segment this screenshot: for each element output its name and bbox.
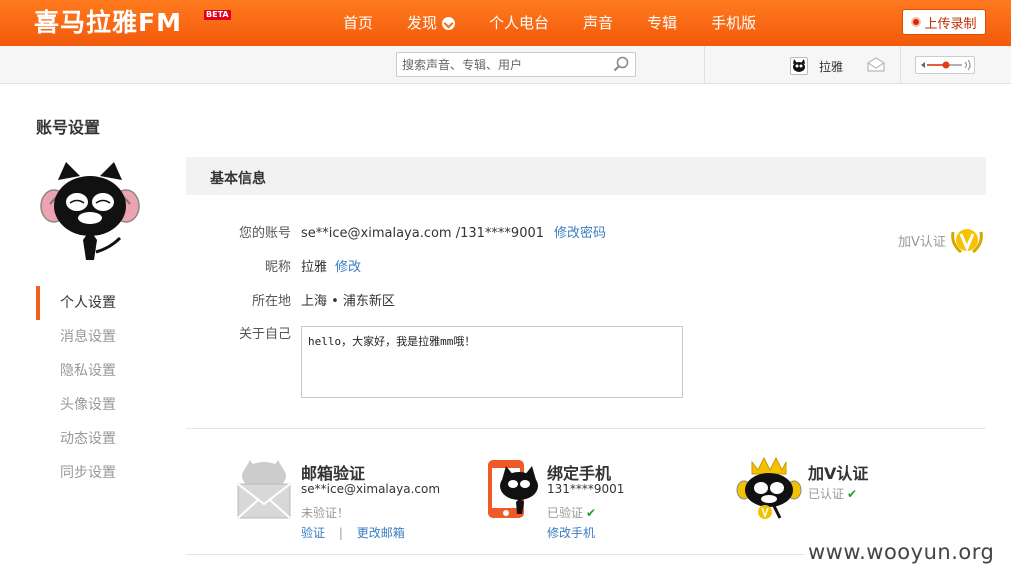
menu-activity-settings[interactable]: 动态设置 xyxy=(36,422,166,456)
menu-privacy-settings[interactable]: 隐私设置 xyxy=(36,354,166,388)
chevron-down-icon xyxy=(442,16,456,30)
search-input[interactable] xyxy=(397,53,607,76)
change-phone-link[interactable]: 修改手机 xyxy=(547,526,595,540)
section-divider xyxy=(186,428,986,429)
verify-email-link[interactable]: 验证 xyxy=(301,526,325,540)
change-email-link[interactable]: 更改邮箱 xyxy=(357,526,405,540)
email-address: se**ice@ximalaya.com xyxy=(301,482,441,496)
v-certification-card: 加V认证 已认证 ✔ xyxy=(808,458,968,548)
user-toolbar: 拉雅 xyxy=(0,46,1011,84)
phone-actions: 修改手机 xyxy=(547,524,595,541)
settings-menu: 个人设置 消息设置 隐私设置 头像设置 动态设置 同步设置 xyxy=(36,286,166,490)
email-card-title: 邮箱验证 xyxy=(301,464,366,483)
vcert-card-title: 加V认证 xyxy=(808,464,869,483)
check-icon: ✔ xyxy=(847,487,858,501)
search-box xyxy=(396,52,636,77)
vcert-status: 已认证 ✔ xyxy=(808,487,858,501)
check-icon: ✔ xyxy=(586,506,597,520)
nav-mobile[interactable]: 手机版 xyxy=(694,0,773,46)
search-icon[interactable] xyxy=(613,56,629,72)
email-actions: 验证 | 更改邮箱 xyxy=(301,524,405,541)
top-nav-bar: 喜马拉雅FM BETA 首页 发现 个人电台 声音 专辑 手机版 上传录制 xyxy=(0,0,1011,46)
phone-status: 已验证 ✔ xyxy=(547,506,597,520)
user-avatar-small[interactable] xyxy=(790,57,808,75)
menu-sync-settings[interactable]: 同步设置 xyxy=(36,456,166,490)
page-title: 账号设置 xyxy=(36,118,101,137)
record-icon xyxy=(911,17,922,27)
gold-v-icon xyxy=(951,229,983,254)
section-title: 基本信息 xyxy=(210,171,266,187)
volume-slider[interactable] xyxy=(915,56,975,74)
menu-message-settings[interactable]: 消息设置 xyxy=(36,320,166,354)
nav-personal-radio[interactable]: 个人电台 xyxy=(472,0,566,46)
change-password-link[interactable]: 修改密码 xyxy=(554,226,606,241)
phone-number: 131****9001 xyxy=(547,482,625,496)
v-certification-badge[interactable]: 加V认证 xyxy=(898,224,985,256)
email-verify-icon xyxy=(237,460,291,519)
location-link[interactable]: 上海 • 浦东新区 xyxy=(301,292,395,312)
site-logo[interactable]: 喜马拉雅FM xyxy=(34,6,182,40)
nav-albums[interactable]: 专辑 xyxy=(630,0,694,46)
menu-personal-settings[interactable]: 个人设置 xyxy=(36,286,166,320)
menu-avatar-settings[interactable]: 头像设置 xyxy=(36,388,166,422)
phone-card-title: 绑定手机 xyxy=(547,464,612,483)
location-label: 所在地 xyxy=(251,294,291,309)
email-verify-card: 邮箱验证 se**ice@ximalaya.com 未验证！ 验证 | 更改邮箱 xyxy=(301,458,481,548)
account-value: se**ice@ximalaya.com /131****9001 修改密码 xyxy=(301,226,607,241)
nav-discover[interactable]: 发现 xyxy=(390,0,472,46)
nickname-label: 昵称 xyxy=(264,260,291,275)
about-label: 关于自己 xyxy=(238,327,291,342)
edit-nickname-link[interactable]: 修改 xyxy=(335,260,361,275)
main-nav: 首页 发现 个人电台 声音 专辑 手机版 xyxy=(326,0,773,46)
v-certified-icon xyxy=(736,456,802,519)
phone-bind-icon xyxy=(488,460,538,518)
about-textarea[interactable]: hello，大家好，我是拉雅mm哦！ xyxy=(301,326,683,398)
username-link[interactable]: 拉雅 xyxy=(819,58,843,75)
toolbar-divider xyxy=(704,46,705,84)
profile-avatar[interactable] xyxy=(36,160,144,268)
watermark: www.wooyun.org xyxy=(804,540,999,564)
upload-record-button[interactable]: 上传录制 xyxy=(902,9,986,35)
toolbar-divider xyxy=(900,46,901,84)
nickname-value: 拉雅 修改 xyxy=(301,260,362,275)
beta-badge: BETA xyxy=(204,10,231,20)
phone-bind-card: 绑定手机 131****9001 已验证 ✔ 修改手机 xyxy=(547,458,727,548)
email-status: 未验证！ xyxy=(301,506,350,520)
account-label: 您的账号 xyxy=(238,226,291,241)
nav-sounds[interactable]: 声音 xyxy=(566,0,630,46)
mail-icon[interactable] xyxy=(866,56,886,72)
action-separator: | xyxy=(338,526,343,540)
basic-info-header: 基本信息 xyxy=(186,157,986,195)
nav-home[interactable]: 首页 xyxy=(326,0,390,46)
